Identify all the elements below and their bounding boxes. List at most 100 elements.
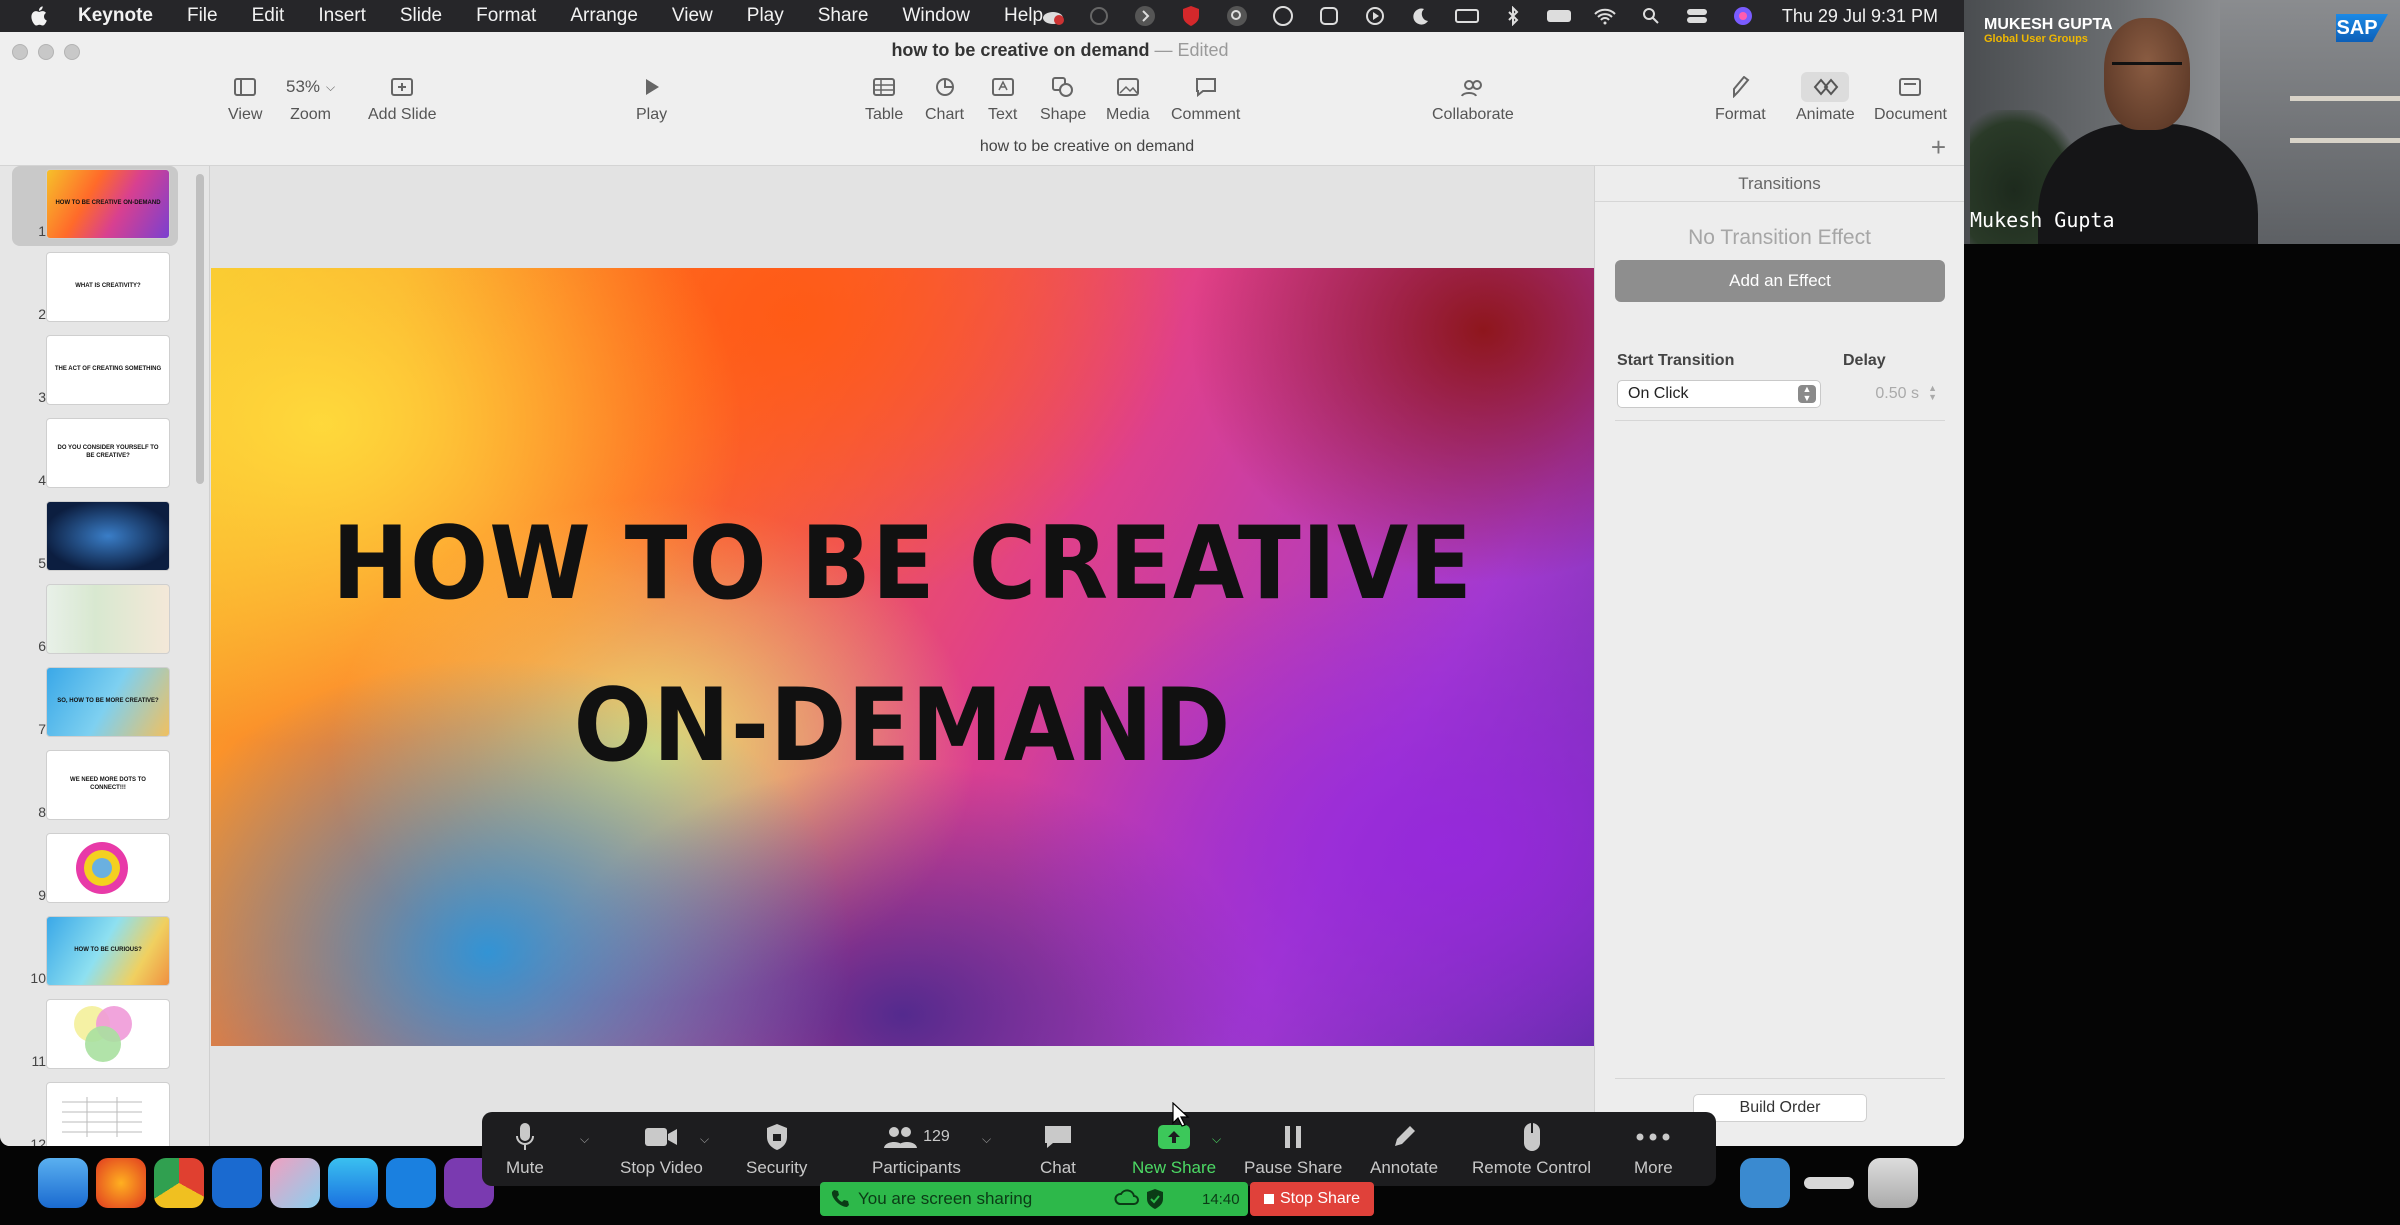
slide-thumbnail-row[interactable]: 8 WE NEED MORE DOTS TO CONNECT!!! bbox=[0, 747, 190, 823]
menu-view[interactable]: View bbox=[655, 5, 730, 27]
stop-share-button[interactable]: Stop Share bbox=[1250, 1182, 1374, 1216]
add-tab-button[interactable]: + bbox=[1931, 132, 1946, 163]
antivirus-shield-icon[interactable] bbox=[1178, 5, 1204, 27]
wifi-icon[interactable] bbox=[1592, 5, 1618, 27]
slide-thumbnail-row[interactable]: 10 HOW TO BE CURIOUS? bbox=[0, 913, 190, 989]
slide-title-line-1[interactable]: HOW TO BE CREATIVE bbox=[211, 505, 1594, 623]
slide-thumbnail[interactable] bbox=[46, 833, 170, 903]
slide-thumbnail[interactable]: HOW TO BE CURIOUS? bbox=[46, 916, 170, 986]
slide-thumbnail-row[interactable]: 4 DO YOU CONSIDER YOURSELF TO BE CREATIV… bbox=[0, 415, 190, 491]
document-button[interactable]: Document bbox=[1874, 72, 1947, 124]
slide-thumbnail-photo[interactable] bbox=[46, 584, 170, 654]
shape-button[interactable]: Shape bbox=[1040, 72, 1086, 124]
slide-thumbnail[interactable]: WE NEED MORE DOTS TO CONNECT!!! bbox=[46, 750, 170, 820]
do-not-disturb-moon-icon[interactable] bbox=[1408, 5, 1434, 27]
chevron-down-icon[interactable]: ⌵ bbox=[1212, 1132, 1221, 1147]
chevron-down-icon[interactable]: ⌵ bbox=[700, 1132, 709, 1147]
menu-insert[interactable]: Insert bbox=[301, 5, 383, 27]
slide-thumbnail[interactable]: HOW TO BE CREATIVE ON-DEMAND bbox=[46, 169, 170, 239]
animate-button[interactable]: Animate bbox=[1796, 72, 1855, 124]
table-button[interactable]: Table bbox=[865, 72, 903, 124]
magnifier-icon[interactable] bbox=[1224, 5, 1250, 27]
menu-file[interactable]: File bbox=[170, 5, 235, 27]
firefox-icon[interactable] bbox=[96, 1158, 146, 1208]
tab-transitions[interactable]: Transitions bbox=[1595, 166, 1964, 202]
slide-thumbnail[interactable]: WHAT IS CREATIVITY? bbox=[46, 252, 170, 322]
menu-slide[interactable]: Slide bbox=[383, 5, 459, 27]
slide-thumbnail-row[interactable]: 12 bbox=[0, 1079, 190, 1146]
collaborate-button[interactable]: Collaborate bbox=[1432, 72, 1514, 124]
slide-thumbnail-row[interactable]: 6 bbox=[0, 581, 190, 657]
menu-arrange[interactable]: Arrange bbox=[553, 5, 655, 27]
slide-thumbnail-row[interactable]: 2 WHAT IS CREATIVITY? bbox=[0, 249, 190, 325]
slide-thumbnail-row[interactable]: 3 THE ACT OF CREATING SOMETHING bbox=[0, 332, 190, 408]
siri-icon[interactable] bbox=[1730, 5, 1756, 27]
slide-thumbnail[interactable]: THE ACT OF CREATING SOMETHING bbox=[46, 335, 170, 405]
add-slide-button[interactable]: Add Slide bbox=[368, 72, 437, 124]
slide-thumbnail[interactable]: DO YOU CONSIDER YOURSELF TO BE CREATIVE? bbox=[46, 418, 170, 488]
current-slide[interactable]: HOW TO BE CREATIVE ON-DEMAND bbox=[211, 268, 1594, 1046]
slide-thumbnail-row[interactable]: 5 bbox=[0, 498, 190, 574]
play-circle-icon[interactable] bbox=[1362, 5, 1388, 27]
trash-icon[interactable] bbox=[1868, 1158, 1918, 1208]
moon-crescent-icon[interactable] bbox=[1086, 5, 1112, 27]
spotlight-search-icon[interactable] bbox=[1638, 5, 1664, 27]
chart-button[interactable]: Chart bbox=[925, 72, 964, 124]
build-order-button[interactable]: Build Order bbox=[1693, 1094, 1867, 1122]
delay-stepper[interactable]: 0.50 s ▲ ▼ bbox=[1857, 380, 1941, 408]
launchpad-icon[interactable] bbox=[270, 1158, 320, 1208]
menu-bar-clock[interactable]: Thu 29 Jul 9:31 PM bbox=[1782, 6, 1938, 27]
play-button[interactable]: Play bbox=[636, 72, 667, 124]
screen-sharing-banner[interactable]: You are screen sharing 14:40 bbox=[820, 1182, 1248, 1216]
new-share-button[interactable]: New Share bbox=[1132, 1120, 1216, 1178]
slide-thumbnail-row[interactable]: 1 HOW TO BE CREATIVE ON-DEMAND bbox=[0, 166, 190, 242]
participants-button[interactable]: 129 Participants bbox=[872, 1120, 961, 1178]
view-button[interactable]: View bbox=[228, 72, 262, 124]
arrow-circle-icon[interactable] bbox=[1132, 5, 1158, 27]
finder-icon[interactable] bbox=[38, 1158, 88, 1208]
downloads-folder-icon[interactable] bbox=[1740, 1158, 1790, 1208]
slide-thumbnail-row[interactable]: 7 SO, HOW TO BE MORE CREATIVE? bbox=[0, 664, 190, 740]
control-center-icon[interactable] bbox=[1684, 5, 1710, 27]
stop-video-button[interactable]: Stop Video bbox=[620, 1120, 703, 1178]
add-an-effect-button[interactable]: Add an Effect bbox=[1615, 260, 1945, 302]
stepper-arrows-icon[interactable]: ▲ ▼ bbox=[1928, 384, 1937, 402]
menu-window[interactable]: Window bbox=[885, 5, 987, 27]
outlook-icon[interactable] bbox=[212, 1158, 262, 1208]
dock-stack-icon[interactable] bbox=[1804, 1177, 1854, 1189]
slide-title-line-2[interactable]: ON-DEMAND bbox=[211, 667, 1594, 785]
text-button[interactable]: Text bbox=[988, 72, 1017, 124]
security-button[interactable]: Security bbox=[746, 1120, 807, 1178]
pause-share-button[interactable]: Pause Share bbox=[1244, 1120, 1342, 1178]
slide-canvas[interactable]: HOW TO BE CREATIVE ON-DEMAND bbox=[210, 166, 1594, 1146]
menu-share[interactable]: Share bbox=[801, 5, 886, 27]
cloud-sync-icon[interactable] bbox=[1040, 5, 1066, 27]
mute-button[interactable]: Mute bbox=[506, 1120, 544, 1178]
slide-thumbnail-row[interactable]: 9 bbox=[0, 830, 190, 906]
sync-icon[interactable] bbox=[1270, 5, 1296, 27]
menu-edit[interactable]: Edit bbox=[235, 5, 302, 27]
chat-button[interactable]: Chat bbox=[1040, 1120, 1076, 1178]
format-button[interactable]: Format bbox=[1715, 72, 1766, 124]
bluetooth-icon[interactable] bbox=[1500, 5, 1526, 27]
navigator-scrollbar[interactable] bbox=[196, 174, 204, 484]
zoom-button[interactable]: 53% ⌵ Zoom bbox=[286, 72, 335, 124]
slide-thumbnail[interactable] bbox=[46, 999, 170, 1069]
slide-thumbnail[interactable] bbox=[46, 1082, 170, 1146]
annotate-button[interactable]: Annotate bbox=[1370, 1120, 1438, 1178]
onedrive-icon[interactable] bbox=[386, 1158, 436, 1208]
battery-icon[interactable] bbox=[1546, 5, 1572, 27]
remote-control-button[interactable]: Remote Control bbox=[1472, 1120, 1591, 1178]
keyboard-icon[interactable] bbox=[1454, 5, 1480, 27]
safari-icon[interactable] bbox=[328, 1158, 378, 1208]
menu-format[interactable]: Format bbox=[459, 5, 553, 27]
media-button[interactable]: Media bbox=[1106, 72, 1150, 124]
menu-app-keynote[interactable]: Keynote bbox=[70, 5, 170, 27]
slide-thumbnail-row[interactable]: 11 bbox=[0, 996, 190, 1072]
apple-icon[interactable] bbox=[26, 4, 54, 28]
slide-thumbnail[interactable]: SO, HOW TO BE MORE CREATIVE? bbox=[46, 667, 170, 737]
chevron-down-icon[interactable]: ⌵ bbox=[580, 1132, 589, 1147]
slide-thumbnail-brain-image[interactable] bbox=[46, 501, 170, 571]
network-monitor-icon[interactable] bbox=[1316, 5, 1342, 27]
start-transition-select[interactable]: On Click ▲ ▼ bbox=[1617, 380, 1821, 408]
